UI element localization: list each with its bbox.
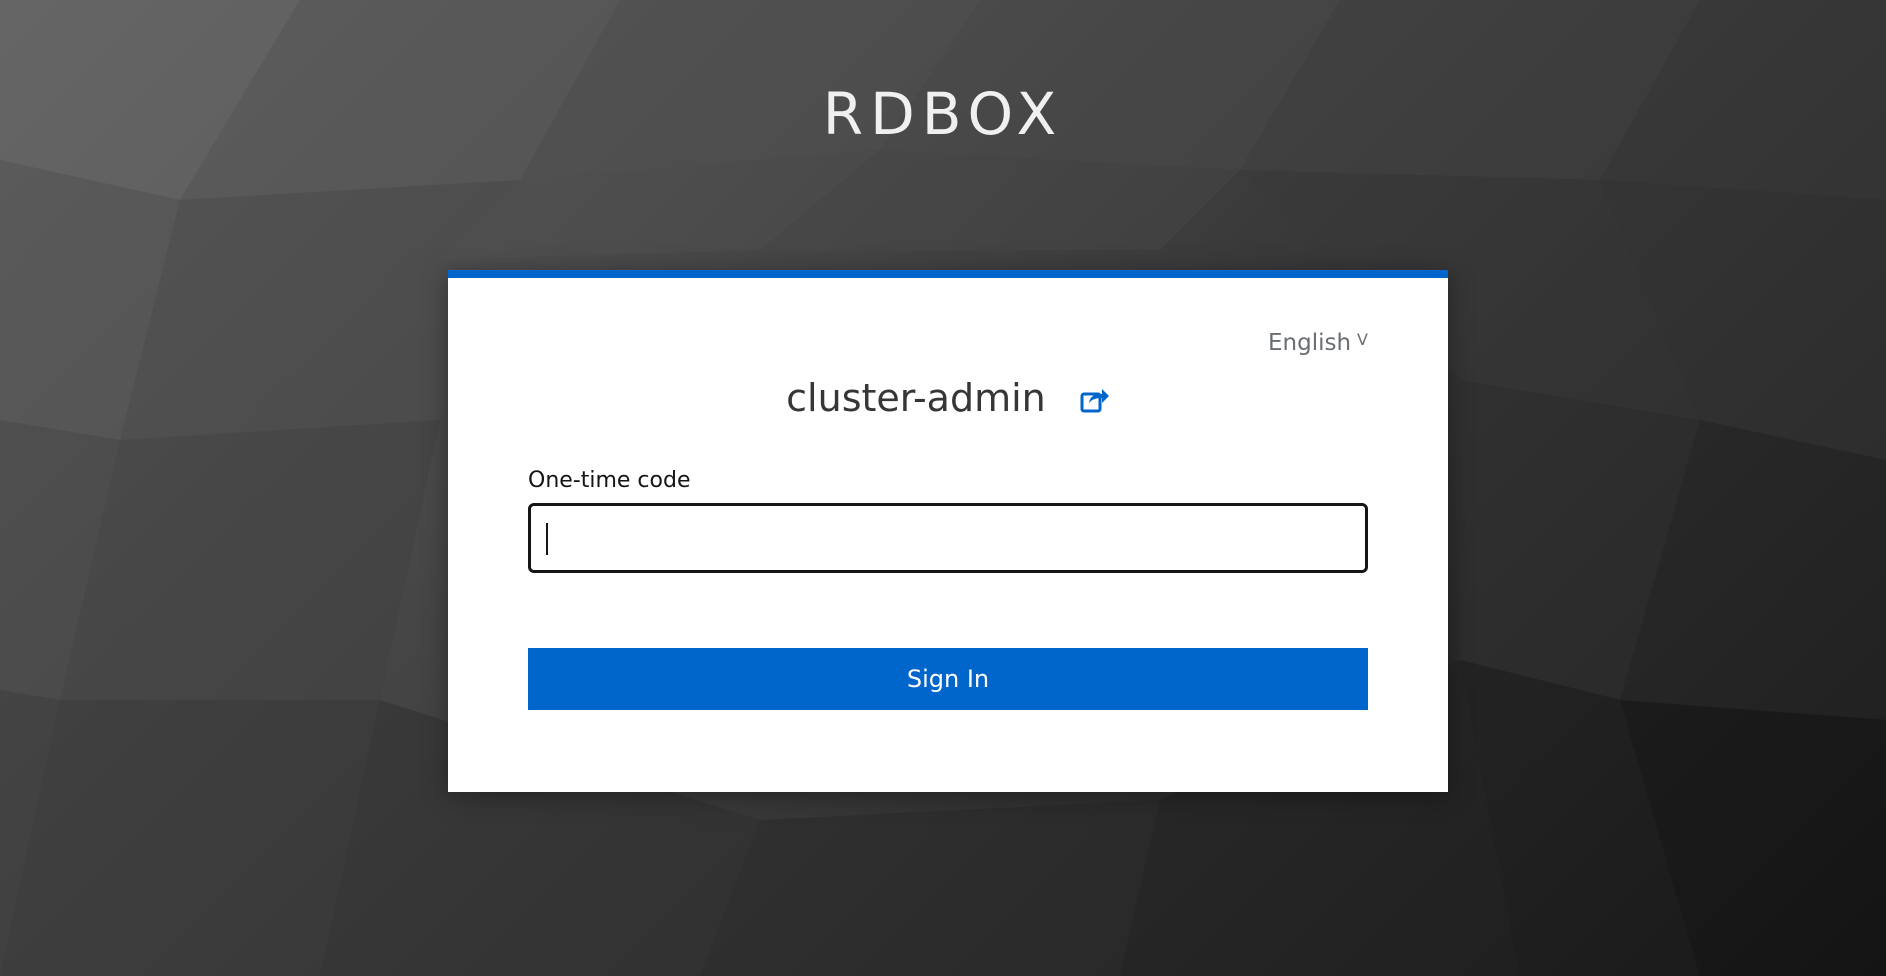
sign-in-button[interactable]: Sign In (528, 648, 1368, 710)
login-card: English V cluster-admin One-time code Sig… (448, 270, 1448, 792)
language-label: English (1267, 330, 1352, 356)
chevron-down-icon: V (1357, 330, 1368, 349)
text-caret (546, 523, 548, 555)
username-display: cluster-admin (448, 376, 1448, 420)
realm-title: RDBOX (822, 80, 1064, 148)
otp-input[interactable] (528, 503, 1368, 573)
share-arrow-icon[interactable] (1080, 378, 1110, 413)
otp-label: One-time code (528, 468, 691, 493)
attempted-username: cluster-admin (786, 376, 1046, 420)
language-selector[interactable]: English V (1268, 330, 1368, 356)
